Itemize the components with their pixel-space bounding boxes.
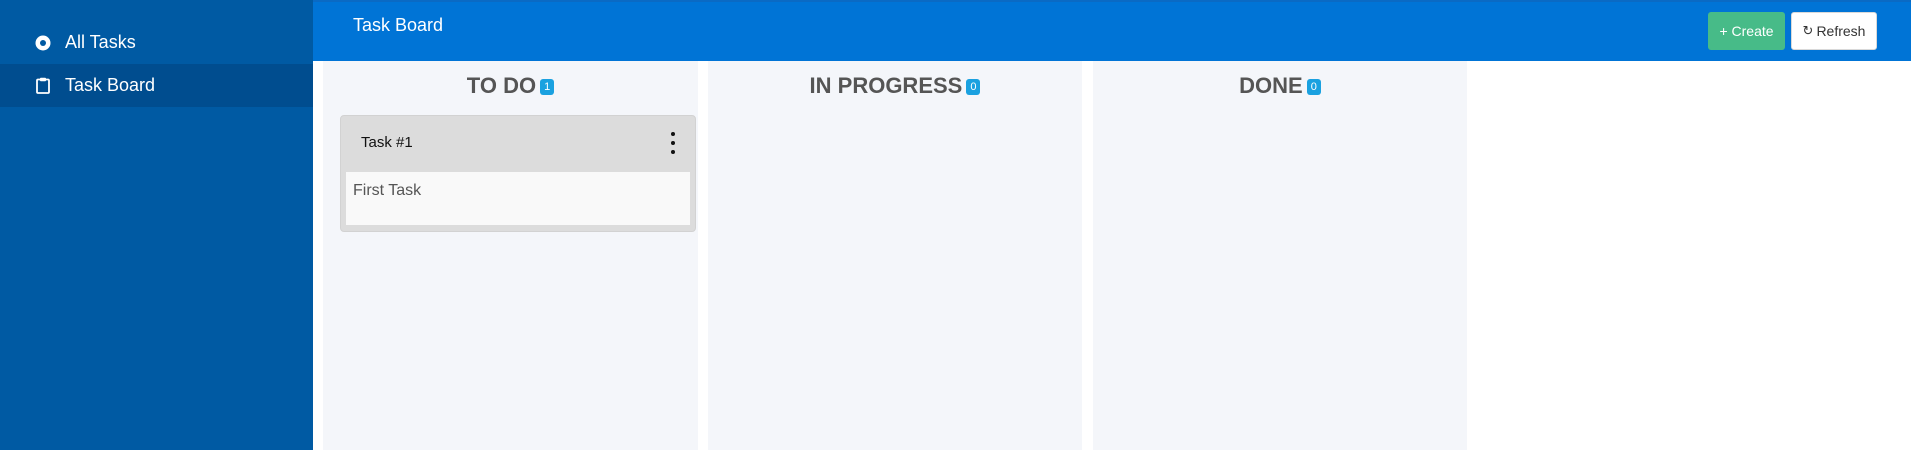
header-bar: Task Board + Create ↻ Refresh: [313, 0, 1911, 61]
create-button[interactable]: + Create: [1708, 12, 1785, 50]
create-button-label: + Create: [1719, 23, 1774, 39]
radio-dot-icon: [34, 34, 52, 52]
column-todo: TO DO 1 Task #1 First Task: [323, 61, 698, 450]
column-in-progress: IN PROGRESS 0: [708, 61, 1082, 450]
clipboard-icon: [34, 77, 52, 95]
sidebar-item-label: All Tasks: [65, 32, 136, 52]
column-done: DONE 0: [1093, 61, 1467, 450]
column-title: TO DO: [466, 73, 537, 98]
refresh-icon: ↻: [1802, 23, 1814, 38]
page-title: Task Board: [353, 15, 444, 35]
column-header: DONE 0: [1093, 73, 1467, 99]
task-card[interactable]: Task #1 First Task: [340, 115, 696, 232]
sidebar: All Tasks Task Board: [0, 0, 313, 450]
column-header: TO DO 1: [323, 73, 698, 99]
refresh-button-label: Refresh: [1816, 23, 1866, 39]
column-title: DONE: [1239, 73, 1303, 98]
card-description: First Task: [353, 182, 422, 199]
refresh-button[interactable]: ↻ Refresh: [1791, 12, 1877, 50]
column-title: IN PROGRESS: [809, 73, 963, 98]
sidebar-item-task-board[interactable]: Task Board: [0, 64, 313, 107]
sidebar-item-all-tasks[interactable]: All Tasks: [0, 21, 313, 64]
card-title: Task #1: [361, 134, 413, 151]
column-header: IN PROGRESS 0: [708, 73, 1082, 99]
more-options-icon[interactable]: [669, 132, 677, 154]
count-badge: 0: [1306, 79, 1321, 95]
sidebar-item-label: Task Board: [65, 75, 156, 95]
count-badge: 1: [540, 79, 555, 95]
card-body: First Task: [346, 172, 690, 225]
count-badge: 0: [966, 79, 981, 95]
